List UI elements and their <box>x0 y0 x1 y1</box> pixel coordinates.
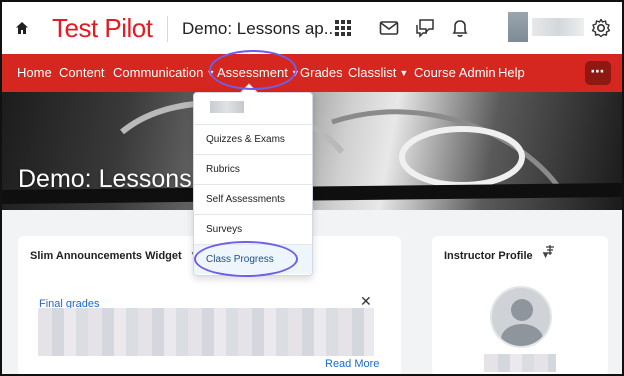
dropdown-item-obscured[interactable] <box>210 101 244 113</box>
read-more-link[interactable]: Read More <box>325 357 379 371</box>
profile-picture <box>490 286 552 348</box>
menu-item-self-assessments[interactable]: Self Assessments <box>194 184 312 214</box>
home-icon[interactable] <box>14 20 30 36</box>
widget-title[interactable]: Instructor Profile ▼ <box>444 249 551 263</box>
nav-course-admin[interactable]: Course Admin <box>414 65 496 81</box>
gear-icon[interactable] <box>590 17 612 39</box>
bell-icon[interactable] <box>449 17 471 39</box>
menu-item-rubrics[interactable]: Rubrics <box>194 154 312 184</box>
banner-title: Demo: Lessons a <box>18 165 213 193</box>
nav-home[interactable]: Home <box>17 65 52 81</box>
nav-help[interactable]: Help <box>498 65 525 81</box>
drag-handle-icon[interactable] <box>544 243 556 255</box>
chat-icon[interactable] <box>414 17 436 39</box>
menu-item-quizzes[interactable]: Quizzes & Exams <box>194 124 312 154</box>
user-name-obscured[interactable] <box>532 18 584 36</box>
avatar-head-shape <box>511 299 533 321</box>
site-logo[interactable]: Test Pilot <box>52 11 153 45</box>
nav-grades[interactable]: Grades <box>300 65 343 81</box>
close-icon[interactable]: ✕ <box>360 294 372 308</box>
mail-icon[interactable] <box>378 17 400 39</box>
menu-item-surveys[interactable]: Surveys <box>194 214 312 244</box>
avatar-body-shape <box>501 324 543 346</box>
nav-classlist[interactable]: Classlist ▼ <box>348 65 408 81</box>
course-navbar: Home Content Communication ▼ Assessment ▼ … <box>2 54 622 92</box>
nav-content[interactable]: Content <box>59 65 105 81</box>
instructor-name-obscured <box>484 354 556 372</box>
header-divider <box>167 16 168 42</box>
class-progress-highlight-ring <box>194 241 298 277</box>
chevron-down-icon: ▼ <box>399 68 409 78</box>
top-header: Test Pilot Demo: Lessons ap... <box>2 2 622 54</box>
user-avatar[interactable] <box>508 12 528 42</box>
instructor-profile-widget: Instructor Profile ▼ <box>432 236 608 376</box>
assessment-highlight-ring <box>209 50 297 90</box>
widget-title[interactable]: Slim Announcements Widget▼ <box>30 249 200 263</box>
course-title[interactable]: Demo: Lessons ap... <box>182 18 338 40</box>
nav-communication[interactable]: Communication ▼ <box>113 65 215 81</box>
waffle-icon[interactable] <box>332 17 354 39</box>
more-menu-button[interactable]: ⋯ <box>585 61 611 85</box>
announcement-body-obscured <box>38 308 374 356</box>
